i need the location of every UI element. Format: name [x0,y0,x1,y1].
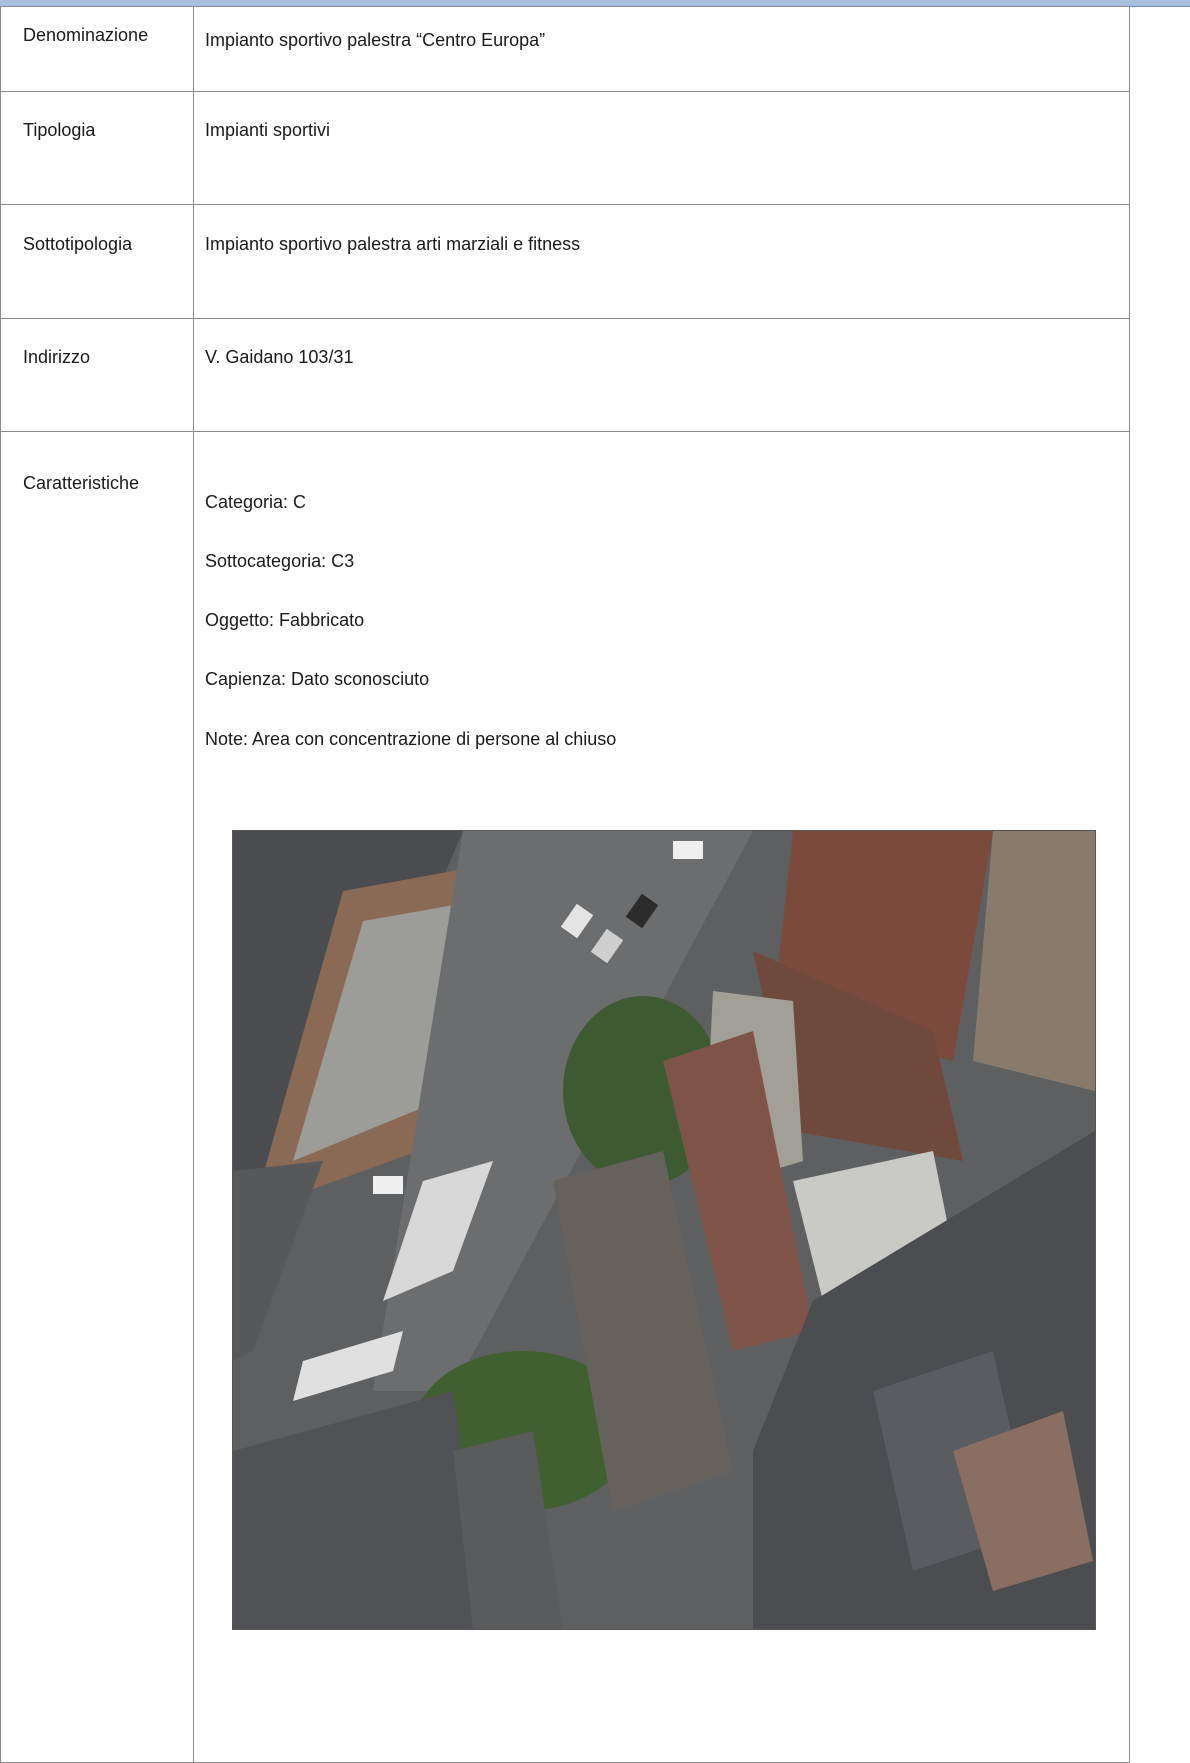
row-label-tipologia: Tipologia [0,91,194,205]
row-label-caratteristiche: Caratteristiche [0,431,194,1763]
categoria-text: Categoria: C [205,492,307,512]
note-text: Note: Area con concentrazione di persone… [205,729,617,749]
table-row: Caratteristiche Categoria: C Sottocatego… [0,431,1130,1763]
row-value-sottotipologia: Impianto sportivo palestra arti marziali… [193,204,1130,319]
sottocategoria-text: Sottocategoria: C3 [205,551,355,571]
facility-info-table: Denominazione Impianto sportivo palestra… [0,6,1130,1763]
aerial-photo [232,830,1096,1630]
row-label-denominazione: Denominazione [0,6,194,92]
row-value-indirizzo: V. Gaidano 103/31 [193,318,1130,432]
row-value-denominazione: Impianto sportivo palestra “Centro Europ… [193,6,1130,92]
capienza-text: Capienza: Dato sconosciuto [205,669,430,689]
table-row: Sottotipologia Impianto sportivo palestr… [0,204,1130,319]
oggetto-text: Oggetto: Fabbricato [205,610,365,630]
table-row: Denominazione Impianto sportivo palestra… [0,6,1130,92]
row-label-indirizzo: Indirizzo [0,318,194,432]
row-value-caratteristiche: Categoria: C Sottocategoria: C3 Oggetto:… [193,431,1130,1763]
table-row: Tipologia Impianti sportivi [0,91,1130,205]
row-value-tipologia: Impianti sportivi [193,91,1130,205]
row-label-sottotipologia: Sottotipologia [0,204,194,319]
table-row: Indirizzo V. Gaidano 103/31 [0,318,1130,432]
